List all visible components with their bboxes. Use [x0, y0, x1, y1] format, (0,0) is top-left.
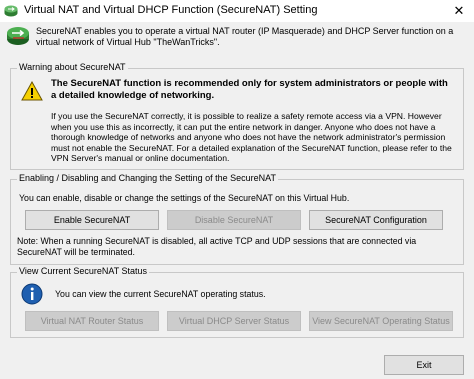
status-group: View Current SecureNAT Status You can vi…: [10, 266, 464, 338]
window-title: Virtual NAT and Virtual DHCP Function (S…: [24, 4, 318, 16]
status-description: You can view the current SecureNAT opera…: [55, 289, 266, 299]
view-securenat-operating-status-button[interactable]: View SecureNAT Operating Status: [309, 311, 453, 331]
virtual-dhcp-server-status-button[interactable]: Virtual DHCP Server Status: [167, 311, 301, 331]
network-router-icon: [7, 27, 29, 45]
title-bar[interactable]: Virtual NAT and Virtual DHCP Function (S…: [0, 0, 474, 22]
warning-heading: The SecureNAT function is recommended on…: [51, 78, 448, 101]
warning-icon: [21, 81, 43, 101]
intro-text: SecureNAT enables you to operate a virtu…: [36, 26, 454, 47]
virtual-nat-router-status-button[interactable]: Virtual NAT Router Status: [25, 311, 159, 331]
disable-securenat-button[interactable]: Disable SecureNAT: [167, 210, 301, 230]
enable-securenat-button[interactable]: Enable SecureNAT: [25, 210, 159, 230]
exit-button[interactable]: Exit: [384, 355, 464, 375]
info-icon: [21, 283, 43, 305]
warning-group: Warning about SecureNAT The SecureNAT fu…: [10, 62, 464, 170]
enable-note: Note: When a running SecureNAT is disabl…: [17, 236, 417, 257]
enable-group-label: Enabling / Disabling and Changing the Se…: [17, 173, 278, 183]
network-router-icon: [4, 5, 18, 17]
enable-description: You can enable, disable or change the se…: [19, 193, 350, 203]
warning-group-label: Warning about SecureNAT: [17, 62, 128, 72]
enable-group: Enabling / Disabling and Changing the Se…: [10, 173, 464, 265]
close-button[interactable]: ✕: [448, 2, 470, 20]
warning-body: If you use the SecureNAT correctly, it i…: [51, 111, 452, 164]
securenat-configuration-button[interactable]: SecureNAT Configuration: [309, 210, 443, 230]
status-group-label: View Current SecureNAT Status: [17, 266, 150, 276]
